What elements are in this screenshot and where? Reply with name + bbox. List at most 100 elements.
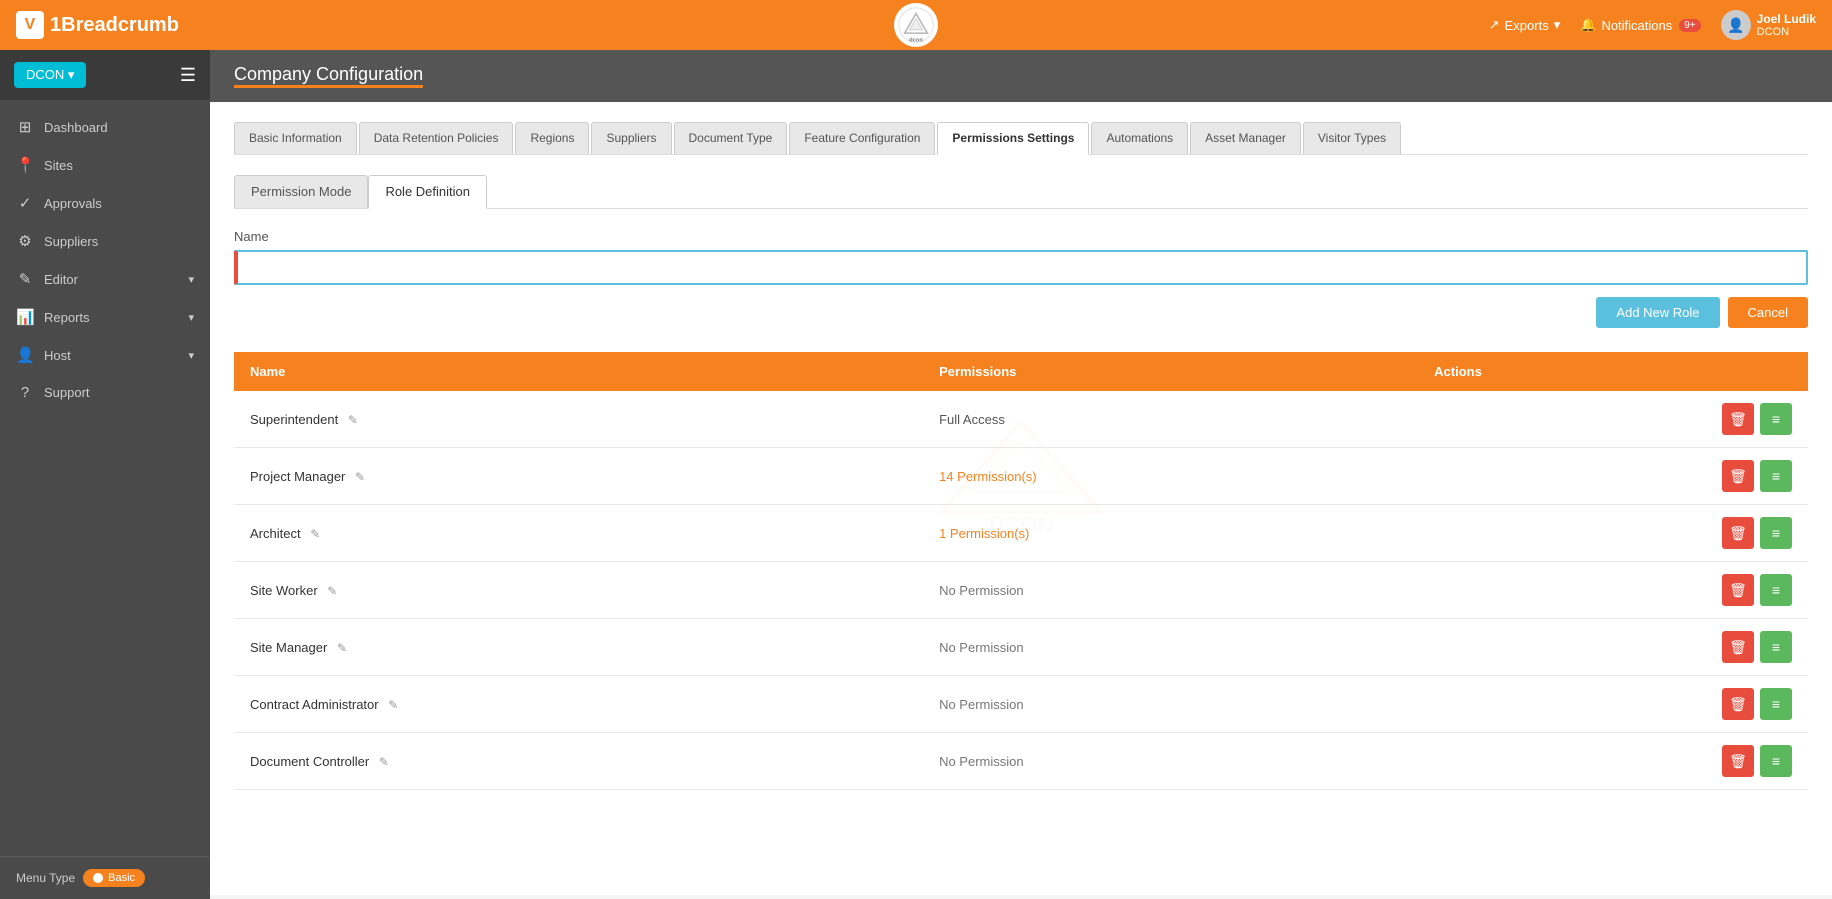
role-actions-cell: 🗑 ≡ bbox=[1418, 619, 1808, 676]
edit-role-button[interactable]: ≡ bbox=[1760, 631, 1792, 663]
delete-role-button[interactable]: 🗑 bbox=[1722, 745, 1754, 777]
role-name-cell: Architect ✎ bbox=[234, 505, 923, 562]
tab-visitor-types[interactable]: Visitor Types bbox=[1303, 122, 1401, 154]
add-new-role-button[interactable]: Add New Role bbox=[1596, 297, 1719, 328]
edit-role-button[interactable]: ≡ bbox=[1760, 745, 1792, 777]
role-name-text: Site Worker bbox=[250, 583, 318, 598]
sub-tabs: Permission Mode Role Definition bbox=[234, 175, 1808, 209]
tab-document-type[interactable]: Document Type bbox=[674, 122, 788, 154]
sidebar-nav: ⊞ Dashboard 📍 Sites ✓ Approvals ⚙ Suppli… bbox=[0, 100, 210, 856]
sites-icon: 📍 bbox=[16, 156, 34, 174]
sidebar-item-dashboard[interactable]: ⊞ Dashboard bbox=[0, 108, 210, 146]
edit-icon[interactable]: ✎ bbox=[388, 698, 398, 712]
role-name-text: Superintendent bbox=[250, 412, 338, 427]
sidebar-item-support[interactable]: ? Support bbox=[0, 374, 210, 411]
edit-role-button[interactable]: ≡ bbox=[1760, 517, 1792, 549]
role-permissions-cell: No Permission bbox=[923, 676, 1418, 733]
permissions-text: No Permission bbox=[939, 697, 1024, 712]
host-icon: 👤 bbox=[16, 346, 34, 364]
sub-tab-role-definition[interactable]: Role Definition bbox=[368, 175, 487, 209]
user-menu[interactable]: 👤 Joel Ludik DCON bbox=[1721, 10, 1816, 40]
page-title: Company Configuration bbox=[234, 64, 423, 84]
tab-permissions-settings[interactable]: Permissions Settings bbox=[937, 122, 1089, 155]
support-icon: ? bbox=[16, 384, 34, 401]
table-header: Name Permissions Actions bbox=[234, 352, 1808, 391]
cancel-button[interactable]: Cancel bbox=[1728, 297, 1808, 328]
menu-type-label: Menu Type bbox=[16, 871, 75, 885]
edit-role-button[interactable]: ≡ bbox=[1760, 403, 1792, 435]
actions-cell: 🗑 ≡ bbox=[1434, 574, 1792, 606]
sidebar-item-sites[interactable]: 📍 Sites bbox=[0, 146, 210, 184]
sidebar-item-editor[interactable]: ✎ Editor ▾ bbox=[0, 260, 210, 298]
delete-role-button[interactable]: 🗑 bbox=[1722, 403, 1754, 435]
edit-role-button[interactable]: ≡ bbox=[1760, 688, 1792, 720]
brand-name: 1Breadcrumb bbox=[50, 14, 179, 37]
approvals-icon: ✓ bbox=[16, 194, 34, 212]
hamburger-icon[interactable]: ☰ bbox=[180, 65, 196, 86]
delete-role-button[interactable]: 🗑 bbox=[1722, 631, 1754, 663]
user-details: Joel Ludik DCON bbox=[1757, 12, 1816, 38]
role-actions-cell: 🗑 ≡ bbox=[1418, 505, 1808, 562]
sidebar-item-label: Support bbox=[44, 385, 90, 400]
tab-feature-configuration[interactable]: Feature Configuration bbox=[789, 122, 935, 154]
delete-role-button[interactable]: 🗑 bbox=[1722, 517, 1754, 549]
sidebar-item-reports[interactable]: 📊 Reports ▾ bbox=[0, 298, 210, 336]
role-permissions-cell: No Permission bbox=[923, 733, 1418, 790]
page-header: Company Configuration bbox=[210, 50, 1832, 102]
sidebar-item-host[interactable]: 👤 Host ▾ bbox=[0, 336, 210, 374]
edit-icon[interactable]: ✎ bbox=[327, 584, 337, 598]
actions-cell: 🗑 ≡ bbox=[1434, 460, 1792, 492]
edit-icon[interactable]: ✎ bbox=[355, 470, 365, 484]
sidebar-item-label: Reports bbox=[44, 310, 90, 325]
name-input[interactable] bbox=[234, 250, 1808, 285]
role-name-cell: Superintendent ✎ bbox=[234, 391, 923, 448]
sidebar-item-approvals[interactable]: ✓ Approvals bbox=[0, 184, 210, 222]
permissions-link[interactable]: 1 Permission(s) bbox=[939, 526, 1029, 541]
edit-role-button[interactable]: ≡ bbox=[1760, 574, 1792, 606]
edit-icon[interactable]: ✎ bbox=[348, 413, 358, 427]
notifications-label: Notifications bbox=[1601, 18, 1672, 33]
tab-basic-information[interactable]: Basic Information bbox=[234, 122, 357, 154]
tab-asset-manager[interactable]: Asset Manager bbox=[1190, 122, 1301, 154]
menu-type-value: Basic bbox=[108, 872, 135, 884]
toggle-dot bbox=[93, 873, 103, 883]
main-content: Company Configuration Basic Information … bbox=[210, 50, 1832, 899]
user-company: DCON bbox=[1757, 26, 1816, 38]
bell-icon: 🔔 bbox=[1580, 17, 1596, 33]
role-name-text: Contract Administrator bbox=[250, 697, 379, 712]
menu-type-row: Menu Type Basic bbox=[16, 869, 194, 887]
delete-role-button[interactable]: 🗑 bbox=[1722, 460, 1754, 492]
exports-label: Exports bbox=[1505, 18, 1549, 33]
edit-icon[interactable]: ✎ bbox=[310, 527, 320, 541]
content-area: Basic Information Data Retention Policie… bbox=[210, 102, 1832, 895]
dcon-logo-circle: dcon bbox=[894, 3, 938, 47]
user-name: Joel Ludik bbox=[1757, 12, 1816, 26]
sidebar-item-suppliers[interactable]: ⚙ Suppliers bbox=[0, 222, 210, 260]
notifications-menu[interactable]: 🔔 Notifications 9+ bbox=[1580, 17, 1700, 33]
exports-menu[interactable]: ↗ Exports ▾ bbox=[1489, 17, 1561, 33]
tab-suppliers[interactable]: Suppliers bbox=[591, 122, 671, 154]
permissions-link[interactable]: 14 Permission(s) bbox=[939, 469, 1037, 484]
tab-automations[interactable]: Automations bbox=[1091, 122, 1188, 154]
suppliers-icon: ⚙ bbox=[16, 232, 34, 250]
action-buttons: Add New Role Cancel bbox=[234, 297, 1808, 328]
edit-icon[interactable]: ✎ bbox=[379, 755, 389, 769]
role-actions-cell: 🗑 ≡ bbox=[1418, 562, 1808, 619]
actions-cell: 🗑 ≡ bbox=[1434, 745, 1792, 777]
table-row: Superintendent ✎Full Access 🗑 ≡ bbox=[234, 391, 1808, 448]
edit-icon[interactable]: ✎ bbox=[337, 641, 347, 655]
sidebar-item-label: Sites bbox=[44, 158, 73, 173]
sub-tab-permission-mode[interactable]: Permission Mode bbox=[234, 175, 368, 208]
permissions-text: No Permission bbox=[939, 583, 1024, 598]
delete-role-button[interactable]: 🗑 bbox=[1722, 688, 1754, 720]
tab-data-retention[interactable]: Data Retention Policies bbox=[359, 122, 514, 154]
role-actions-cell: 🗑 ≡ bbox=[1418, 676, 1808, 733]
tab-regions[interactable]: Regions bbox=[515, 122, 589, 154]
company-selector-button[interactable]: DCON ▾ bbox=[14, 62, 86, 88]
edit-role-button[interactable]: ≡ bbox=[1760, 460, 1792, 492]
delete-role-button[interactable]: 🗑 bbox=[1722, 574, 1754, 606]
dashboard-icon: ⊞ bbox=[16, 118, 34, 136]
breadcrumb: Company Configuration bbox=[234, 64, 423, 88]
menu-type-toggle[interactable]: Basic bbox=[83, 869, 145, 887]
role-permissions-cell: Full Access bbox=[923, 391, 1418, 448]
